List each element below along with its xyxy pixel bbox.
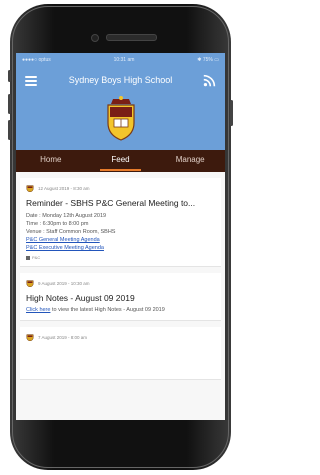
app-header: ●●●●○ optus 10:31 am ✱ 75% ▭ Sydney Boys… <box>16 53 225 150</box>
tab-home[interactable]: Home <box>16 150 86 172</box>
school-crest-icon <box>26 185 34 192</box>
carrier-signal: ●●●●○ optus <box>22 57 51 63</box>
post-link[interactable]: P&C Executive Meeting Agenda <box>26 245 215 251</box>
volume-down-button <box>8 120 11 140</box>
post-title[interactable]: Reminder - SBHS P&C General Meeting to..… <box>26 198 215 208</box>
volume-up-button <box>8 94 11 114</box>
post-body-text: to view the latest High Notes - August 0… <box>50 307 165 313</box>
tab-manage[interactable]: Manage <box>155 150 225 172</box>
post-date: 9 August 2019 - 10:30 am <box>38 280 90 286</box>
earpiece-speaker <box>106 34 157 41</box>
post-date: 12 August 2019 - 8:30 am <box>38 185 90 191</box>
status-bar: ●●●●○ optus 10:31 am ✱ 75% ▭ <box>22 57 219 65</box>
tab-bar: Home Feed Manage <box>16 150 225 172</box>
feed-list: 12 August 2019 - 8:30 am Reminder - SBHS… <box>16 172 225 380</box>
feed-post[interactable]: 9 August 2019 - 10:30 am High Notes - Au… <box>20 273 221 321</box>
post-meta: 9 August 2019 - 10:30 am <box>26 279 215 287</box>
app-title: Sydney Boys High School <box>68 75 173 85</box>
school-crest-logo <box>107 96 135 141</box>
click-here-link[interactable]: Click here <box>26 307 50 313</box>
front-camera <box>91 34 99 42</box>
school-crest-icon <box>26 334 34 341</box>
post-tag[interactable]: P&C <box>26 255 215 260</box>
post-link[interactable]: P&C General Meeting Agenda <box>26 237 215 243</box>
post-title[interactable]: High Notes - August 09 2019 <box>26 293 215 303</box>
app-screen: ●●●●○ optus 10:31 am ✱ 75% ▭ Sydney Boys… <box>16 53 225 420</box>
post-line: Time : 6:30pm to 8:00 pm <box>26 221 89 227</box>
feed-post[interactable]: 7 August 2019 - 8:00 am <box>20 327 221 380</box>
hamburger-icon[interactable] <box>25 76 37 86</box>
post-body: Click here to view the latest High Notes… <box>26 307 215 314</box>
battery-status: ✱ 75% ▭ <box>197 57 219 63</box>
post-meta: 12 August 2019 - 8:30 am <box>26 184 215 192</box>
status-time: 10:31 am <box>113 57 135 63</box>
post-date: 7 August 2019 - 8:00 am <box>38 334 88 340</box>
post-tag-label: P&C <box>32 255 41 260</box>
rss-icon[interactable] <box>203 74 216 87</box>
tab-feed[interactable]: Feed <box>86 150 156 172</box>
feed-post[interactable]: 12 August 2019 - 8:30 am Reminder - SBHS… <box>20 178 221 267</box>
post-line: Date : Monday 12th August 2019 <box>26 213 107 219</box>
post-meta: 7 August 2019 - 8:00 am <box>26 333 215 341</box>
mute-switch <box>8 70 11 82</box>
post-line: Venue : Staff Common Room, SBHS <box>26 229 116 235</box>
power-button <box>230 100 233 126</box>
tag-icon <box>26 255 30 260</box>
school-crest-icon <box>26 280 34 287</box>
